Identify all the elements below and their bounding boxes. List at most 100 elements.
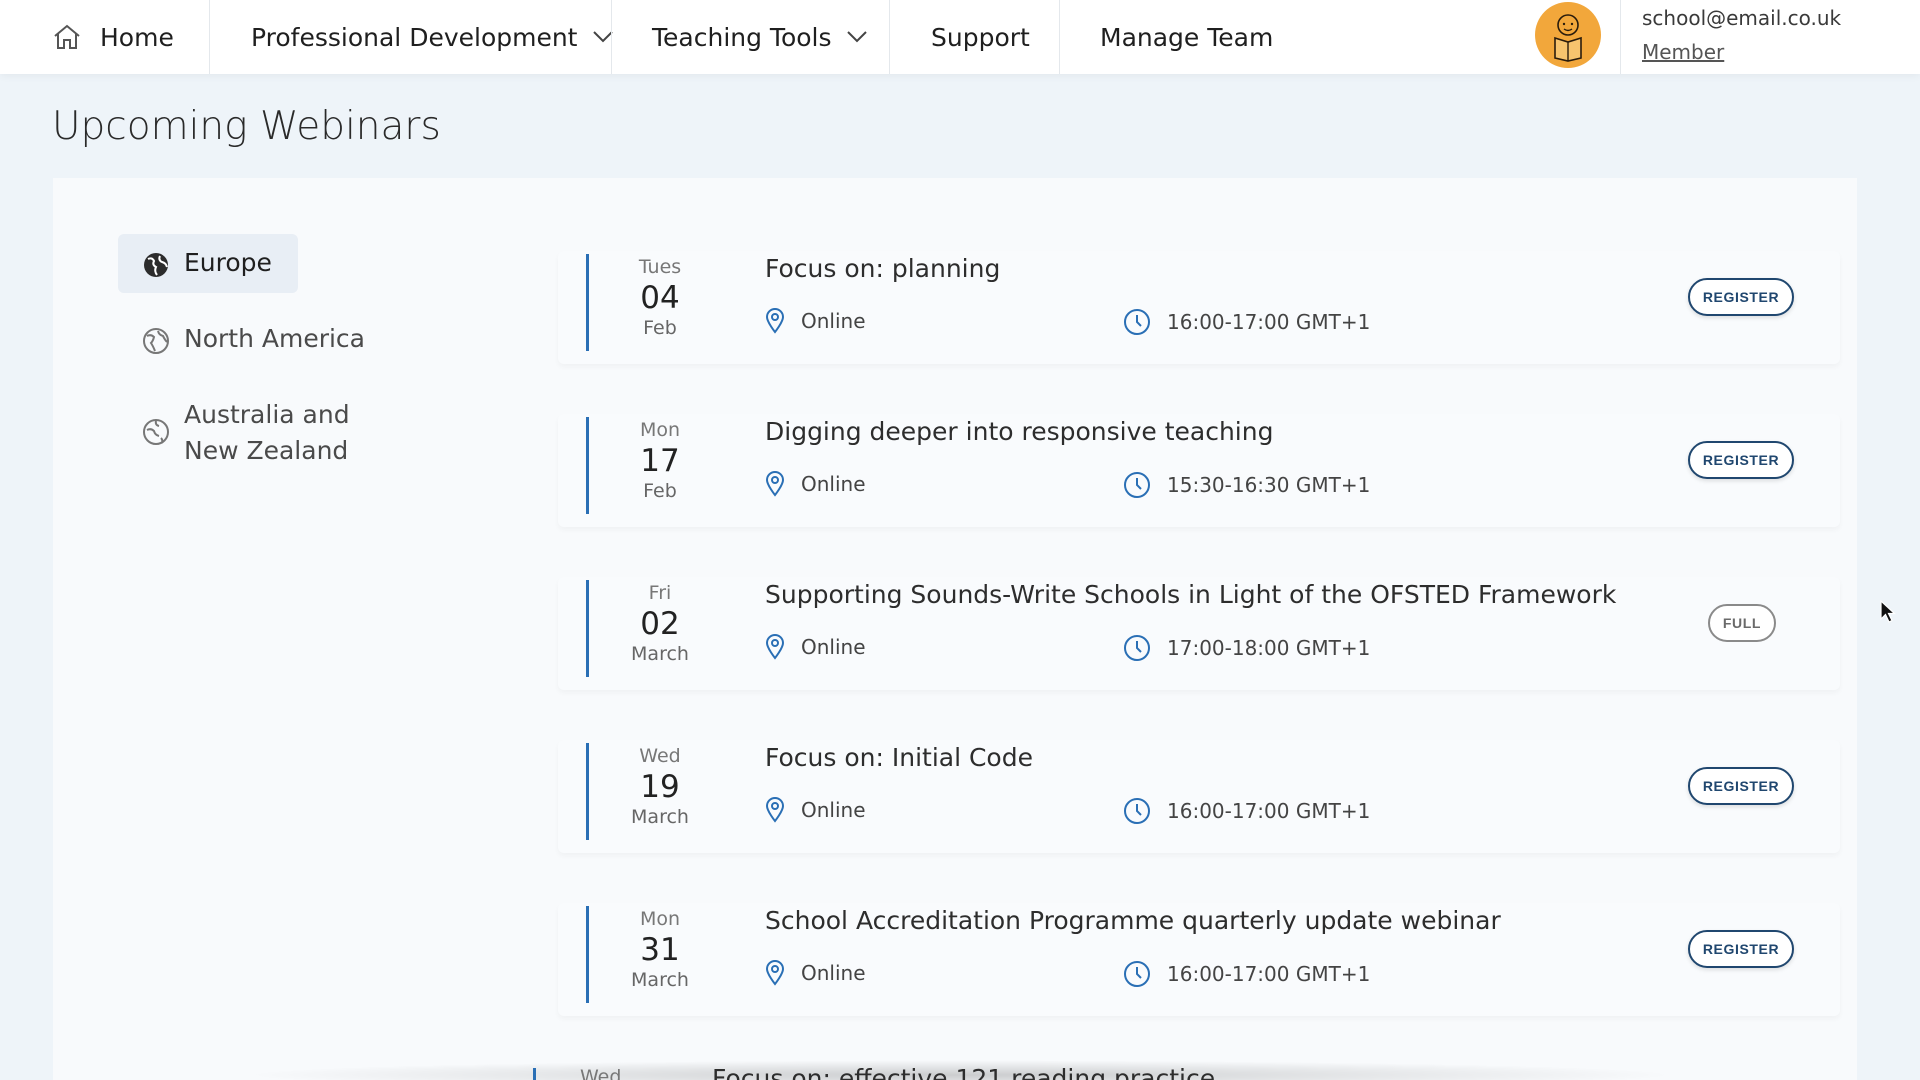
- register-button[interactable]: REGISTER: [1688, 441, 1794, 479]
- webinar-time: 16:00-17:00 GMT+1: [1123, 308, 1370, 336]
- webinar-location-text: Online: [801, 961, 866, 985]
- mouse-cursor-icon: [1880, 599, 1897, 628]
- globe-icon: [142, 251, 170, 279]
- webinar-month: March: [631, 643, 689, 665]
- webinar-time: 16:00-17:00 GMT+1: [1123, 797, 1370, 825]
- webinar-month: Feb: [643, 480, 677, 502]
- webinar-row-partial: Wed Focus on: effective 121 reading prac…: [505, 1058, 1787, 1080]
- webinar-location: Online: [765, 308, 866, 334]
- webinar-row: Mon 31 March School Accreditation Progra…: [558, 903, 1840, 1016]
- globe-icon: [142, 418, 170, 446]
- webinar-title: Supporting Sounds-Write Schools in Light…: [765, 580, 1617, 609]
- region-australia-label-line1: Australia and: [184, 400, 350, 429]
- webinar-time: 17:00-18:00 GMT+1: [1123, 634, 1370, 662]
- map-pin-icon: [765, 471, 785, 497]
- webinar-day: 31: [640, 932, 680, 968]
- webinar-location-text: Online: [801, 472, 866, 496]
- webinar-weekday: Fri: [648, 582, 672, 604]
- webinar-panel: Europe North America Australia and New Z…: [53, 178, 1857, 1080]
- webinar-weekday: Wed: [639, 745, 681, 767]
- webinar-month: Feb: [643, 317, 677, 339]
- webinar-month: March: [631, 969, 689, 991]
- webinar-time-text: 16:00-17:00 GMT+1: [1167, 962, 1371, 986]
- webinar-location-text: Online: [801, 635, 866, 659]
- full-status-badge: FULL: [1708, 604, 1776, 642]
- top-navigation: Home Professional Development Teaching T…: [0, 0, 1920, 74]
- webinar-title: Digging deeper into responsive teaching: [765, 417, 1274, 446]
- webinar-day: 17: [640, 443, 680, 479]
- webinar-location: Online: [765, 797, 866, 823]
- page-title: Upcoming Webinars: [52, 104, 441, 149]
- webinar-time-text: 16:00-17:00 GMT+1: [1167, 310, 1371, 334]
- webinar-date: Mon 31 March: [618, 908, 702, 991]
- clock-icon: [1123, 634, 1151, 662]
- webinar-date: Tues 04 Feb: [618, 256, 702, 339]
- webinar-title: School Accreditation Programme quarterly…: [765, 906, 1501, 935]
- chevron-down-icon: [846, 30, 868, 44]
- row-accent-bar: [586, 743, 589, 840]
- nav-professional-development-label: Professional Development: [251, 22, 578, 52]
- region-australia-new-zealand[interactable]: Australia and New Zealand: [142, 397, 350, 469]
- nav-home[interactable]: Home: [52, 0, 174, 74]
- map-pin-icon: [765, 960, 785, 986]
- webinar-day: 04: [640, 280, 680, 316]
- webinar-row: Fri 02 March Supporting Sounds-Write Sch…: [558, 577, 1840, 690]
- webinar-time-text: 17:00-18:00 GMT+1: [1167, 636, 1371, 660]
- webinar-title: Focus on: effective 121 reading practice: [712, 1064, 1216, 1080]
- nav-support[interactable]: Support: [931, 0, 1030, 74]
- map-pin-icon: [765, 797, 785, 823]
- row-accent-bar: [586, 417, 589, 514]
- webinar-title: Focus on: planning: [765, 254, 1001, 283]
- region-australia-label-line2: New Zealand: [184, 436, 349, 465]
- nav-manage-team-label: Manage Team: [1100, 22, 1274, 52]
- webinar-date: Wed 19 March: [618, 745, 702, 828]
- avatar[interactable]: [1535, 2, 1601, 68]
- clock-icon: [1123, 797, 1151, 825]
- webinar-weekday: Wed: [580, 1066, 622, 1080]
- row-accent-bar: [586, 580, 589, 677]
- map-pin-icon: [765, 634, 785, 660]
- webinar-day: 19: [640, 769, 680, 805]
- nav-divider: [889, 0, 890, 74]
- row-accent-bar: [586, 906, 589, 1003]
- region-north-america[interactable]: North America: [142, 324, 365, 355]
- webinar-month: March: [631, 806, 689, 828]
- nav-manage-team[interactable]: Manage Team: [1100, 0, 1273, 74]
- nav-home-label: Home: [100, 22, 174, 52]
- nav-professional-development[interactable]: Professional Development: [251, 0, 614, 74]
- webinar-weekday: Tues: [638, 256, 682, 278]
- register-button[interactable]: REGISTER: [1688, 278, 1794, 316]
- region-europe-label: Europe: [184, 248, 272, 277]
- account-email: school@email.co.uk: [1642, 6, 1842, 30]
- nav-divider: [1620, 0, 1621, 74]
- nav-divider: [209, 0, 210, 74]
- region-australia-label: Australia and New Zealand: [184, 397, 350, 469]
- region-europe[interactable]: Europe: [118, 234, 298, 293]
- webinar-row: Wed 19 March Focus on: Initial Code Onli…: [558, 740, 1840, 853]
- account-role-link[interactable]: Member: [1642, 40, 1724, 64]
- clock-icon: [1123, 471, 1151, 499]
- webinar-location-text: Online: [801, 798, 866, 822]
- nav-divider: [1059, 0, 1060, 74]
- webinar-weekday: Mon: [639, 419, 681, 441]
- nav-divider: [611, 0, 612, 74]
- webinar-row: Tues 04 Feb Focus on: planning Online 16…: [558, 251, 1840, 364]
- webinar-time-text: 16:00-17:00 GMT+1: [1167, 799, 1371, 823]
- webinar-time: 15:30-16:30 GMT+1: [1123, 471, 1370, 499]
- nav-teaching-tools[interactable]: Teaching Tools: [652, 0, 868, 74]
- register-button[interactable]: REGISTER: [1688, 930, 1794, 968]
- row-accent-bar: [586, 254, 589, 351]
- webinar-row: Mon 17 Feb Digging deeper into responsiv…: [558, 414, 1840, 527]
- webinar-date: Mon 17 Feb: [618, 419, 702, 502]
- webinar-day: 02: [640, 606, 680, 642]
- webinar-date: Fri 02 March: [618, 582, 702, 665]
- webinar-title: Focus on: Initial Code: [765, 743, 1033, 772]
- clock-icon: [1123, 960, 1151, 988]
- register-button[interactable]: REGISTER: [1688, 767, 1794, 805]
- webinar-location: Online: [765, 960, 866, 986]
- webinar-location: Online: [765, 471, 866, 497]
- globe-icon: [142, 327, 170, 355]
- webinar-location-text: Online: [801, 309, 866, 333]
- webinar-time: 16:00-17:00 GMT+1: [1123, 960, 1370, 988]
- map-pin-icon: [765, 308, 785, 334]
